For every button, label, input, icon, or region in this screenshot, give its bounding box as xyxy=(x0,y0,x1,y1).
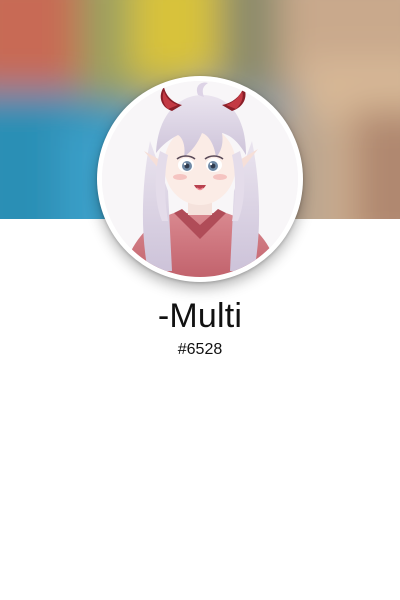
username: -Multi xyxy=(157,297,243,335)
avatar[interactable] xyxy=(102,81,298,277)
user-discriminator: #6528 xyxy=(177,341,223,358)
profile-card: -Multi #6528 xyxy=(0,0,400,600)
avatar-ring xyxy=(97,76,303,282)
